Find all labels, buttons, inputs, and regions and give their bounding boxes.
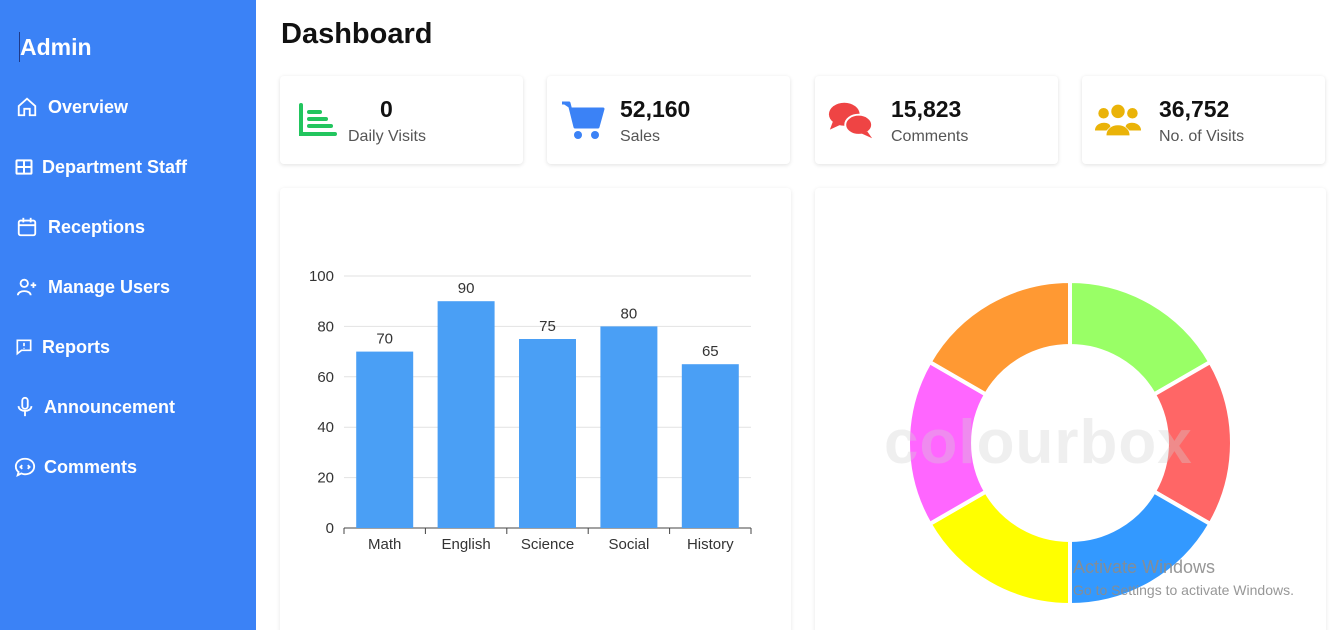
user-plus-icon — [14, 275, 40, 299]
bar-chart-panel: 0 20 40 60 80 100 70 Math 90 English 75 Science 80 So… — [280, 188, 791, 630]
x-tick-label: Science — [521, 536, 574, 553]
stat-label: Sales — [620, 128, 661, 145]
sidebar-item-reports[interactable]: Reports — [14, 332, 110, 362]
sidebar-item-manage-users[interactable]: Manage Users — [14, 272, 170, 302]
stat-value: 52,160 — [620, 96, 691, 122]
home-icon — [14, 95, 40, 119]
users-icon — [1094, 98, 1142, 142]
calendar-icon — [14, 215, 40, 239]
bar-value-label: 80 — [621, 305, 638, 322]
y-tick-label: 20 — [317, 470, 334, 487]
brand-title: Admin — [20, 34, 92, 60]
y-tick-label: 80 — [317, 318, 334, 335]
sidebar-item-label: Comments — [44, 456, 138, 477]
bar[interactable] — [437, 301, 495, 528]
chat-icon — [14, 455, 36, 479]
bar-value-label: 65 — [702, 343, 719, 360]
donut-chart-panel — [815, 188, 1326, 630]
stat-label: Comments — [891, 128, 969, 145]
stat-card-comments[interactable]: 15,823 Comments — [815, 76, 1058, 164]
stat-card-sales[interactable]: 52,160 Sales — [547, 76, 790, 164]
sidebar-item-comments[interactable]: Comments — [14, 452, 137, 482]
cart-icon — [559, 98, 607, 142]
grid-icon — [14, 155, 34, 179]
sidebar-item-label: Receptions — [48, 216, 146, 237]
x-tick-label: History — [687, 536, 734, 553]
bar-chart: 0 20 40 60 80 100 70 Math 90 English 75 Science 80 So… — [309, 268, 752, 553]
bar[interactable] — [600, 326, 658, 528]
sidebar-item-label: Overview — [48, 96, 129, 117]
stat-value: 0 — [380, 96, 393, 122]
y-tick-label: 60 — [317, 369, 334, 386]
bar-value-label: 70 — [376, 331, 393, 348]
stat-label: Daily Visits — [348, 128, 426, 145]
sidebar-item-announcement[interactable]: Announcement — [14, 392, 175, 422]
bar[interactable] — [356, 351, 414, 528]
bar-value-label: 75 — [539, 318, 556, 335]
stat-card-daily-visits[interactable]: 0 Daily Visits — [280, 76, 523, 164]
x-tick-label: English — [441, 536, 490, 553]
report-icon — [14, 335, 34, 359]
sidebar-item-label: Manage Users — [48, 276, 171, 297]
bar-list-icon — [294, 98, 342, 142]
donut-chart — [906, 278, 1234, 608]
sidebar-item-label: Reports — [42, 336, 111, 357]
stat-value: 36,752 — [1159, 96, 1230, 122]
sidebar: Admin Overview Department Staff Receptio… — [0, 0, 256, 630]
y-tick-label: 100 — [309, 268, 334, 285]
sidebar-item-receptions[interactable]: Receptions — [14, 212, 145, 242]
activate-windows-title: Activate Windows — [1073, 557, 1216, 577]
microphone-icon — [14, 395, 36, 419]
bar[interactable] — [519, 339, 576, 528]
x-tick-label: Social — [608, 536, 649, 553]
stat-card-no-of-visits[interactable]: 36,752 No. of Visits — [1082, 76, 1325, 164]
sidebar-item-overview[interactable]: Overview — [14, 92, 128, 122]
activate-windows-subtitle: Go to Settings to activate Windows. — [1073, 582, 1294, 598]
sidebar-item-label: Department Staff — [42, 156, 188, 177]
bar[interactable] — [681, 364, 739, 528]
page-title: Dashboard — [281, 18, 433, 50]
comments-icon — [827, 98, 875, 142]
sidebar-item-department-staff[interactable]: Department Staff — [14, 152, 187, 182]
y-tick-label: 40 — [317, 419, 334, 436]
stat-value: 15,823 — [891, 96, 962, 122]
x-tick-label: Math — [368, 536, 401, 553]
y-tick-label: 0 — [326, 520, 334, 537]
sidebar-item-label: Announcement — [44, 396, 176, 417]
bar-value-label: 90 — [458, 280, 475, 297]
stat-label: No. of Visits — [1159, 128, 1245, 145]
